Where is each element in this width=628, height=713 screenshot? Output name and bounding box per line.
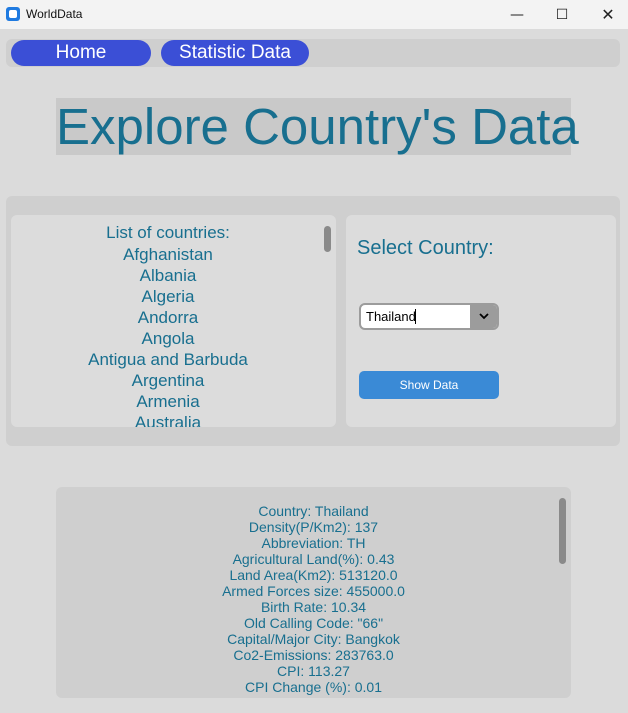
list-item: Andorra [137,308,199,327]
list-item: Argentina [131,371,205,390]
page-title: Explore Country's Data [56,98,579,155]
data-line: Old Calling Code: "66" [243,615,384,631]
list-item: Armenia [136,392,200,411]
window-title: WorldData [26,7,83,21]
chevron-down-icon[interactable] [470,305,497,328]
country-combobox[interactable]: Thailand [359,303,499,330]
select-country-label: Select Country: [357,237,494,259]
country-data-scrollbar[interactable] [559,498,566,564]
data-line: Capital/Major City: Bangkok [227,631,400,647]
country-list-items: Afghanistan Albania Algeria Andorra Ango… [11,244,325,427]
list-item: Albania [139,266,197,285]
country-list[interactable]: List of countries: Afghanistan Albania A… [11,215,336,427]
data-line: Birth Rate: 10.34 [260,599,367,615]
statistic-data-button[interactable]: Statistic Data [161,40,309,66]
list-item: Afghanistan [123,245,213,264]
data-line: Co2-Emissions: 283763.0 [233,647,394,663]
show-data-button[interactable]: Show Data [359,371,499,399]
app-icon [6,7,20,21]
data-line: Density(P/Km2): 137 [248,519,379,535]
title-bar: WorldData — ☐ ✕ [0,0,628,29]
data-line: Land Area(Km2): 513120.0 [229,567,398,583]
maximize-button[interactable]: ☐ [539,0,585,29]
country-combobox-value[interactable]: Thailand [366,309,416,324]
data-line: Agricultural Land(%): 0.43 [232,551,395,567]
country-data-panel[interactable]: Country: Thailand Density(P/Km2): 137 Ab… [56,487,571,698]
data-line: CPI Change (%): 0.01 [245,679,382,695]
country-list-header: List of countries: [106,223,230,242]
list-item: Angola [141,329,195,348]
country-data-lines: Country: Thailand Density(P/Km2): 137 Ab… [56,503,571,695]
data-line: Armed Forces size: 455000.0 [222,583,405,599]
list-item: Algeria [141,287,195,306]
list-item: Australia [134,413,202,427]
home-button[interactable]: Home [11,40,151,66]
minimize-button[interactable]: — [494,0,540,29]
close-button[interactable]: ✕ [585,0,628,29]
data-line: Abbreviation: TH [261,535,366,551]
list-item: Antigua and Barbuda [88,350,248,369]
data-line: Country: Thailand [258,503,369,519]
data-line: CPI: 113.27 [277,663,350,679]
country-list-scrollbar[interactable] [324,226,331,252]
nav-bar: Home Statistic Data [6,39,620,67]
text-cursor [415,309,416,324]
